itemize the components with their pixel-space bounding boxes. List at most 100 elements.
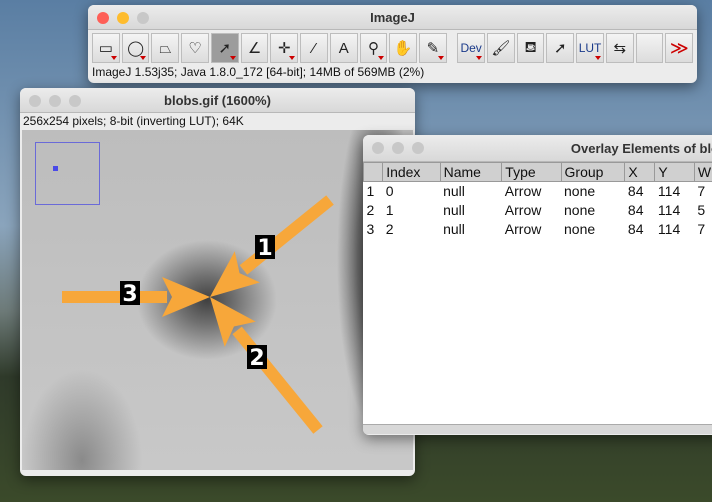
arrow-label: 2 (249, 346, 264, 371)
image-info: 256x254 pixels; 8-bit (inverting LUT); 6… (23, 114, 244, 128)
oval-tool[interactable]: ◯ (121, 33, 150, 63)
arrow-label: 1 (257, 236, 272, 261)
column-header[interactable]: Y (654, 162, 695, 182)
close-button[interactable] (97, 12, 109, 24)
more-tool[interactable]: ≫ (665, 33, 694, 63)
minimize-button[interactable] (392, 142, 404, 154)
table-cell: 7 (694, 219, 712, 239)
table-row[interactable]: 1 0 null Arrow none 84 114 7 (363, 181, 712, 201)
image-window: blobs.gif (1600%) 256x254 pixels; 8-bit … (20, 88, 415, 476)
color-picker-icon: ✎ (426, 40, 440, 57)
overlay-elements-window: Overlay Elements of blo Index Name Type Gro… (363, 135, 712, 435)
freehand-icon: ♡ (188, 40, 202, 57)
minimize-button[interactable] (49, 95, 61, 107)
table-row[interactable]: 2 1 null Arrow none 84 114 5 (363, 200, 712, 220)
sync-tool[interactable]: ⇆ (605, 33, 634, 63)
table-cell: null (440, 200, 502, 220)
table-cell: 84 (624, 181, 655, 201)
close-button[interactable] (372, 142, 384, 154)
table-cell: null (440, 181, 502, 201)
table-cell: 114 (654, 200, 695, 220)
zoom-button[interactable] (412, 142, 424, 154)
overlay-arrows: 1 2 3 (62, 195, 334, 434)
column-header[interactable] (363, 162, 384, 182)
magnifier-icon: ⚲ (367, 40, 379, 57)
table-cell: none (561, 219, 625, 239)
dev-icon: Dev (460, 41, 482, 55)
wand-tool[interactable]: ⁄ (300, 33, 328, 63)
title-bar: Overlay Elements of blo (363, 135, 712, 162)
more-icon: ≫ (669, 37, 689, 58)
table-cell: 1 (382, 200, 441, 220)
point-tool[interactable]: ✛ (270, 33, 299, 63)
column-header[interactable]: Type (501, 162, 562, 182)
column-header[interactable]: Group (560, 162, 626, 182)
empty-tool[interactable] (635, 33, 664, 63)
arrow-tool-tool[interactable]: ➚ (546, 33, 575, 63)
window-title: Overlay Elements of blo (570, 141, 712, 156)
table-cell: null (440, 219, 502, 239)
column-header[interactable]: Name (439, 162, 503, 182)
title-bar: ImageJ (88, 5, 697, 30)
window-title: blobs.gif (1600%) (164, 93, 271, 108)
lut-icon: LUT (578, 41, 602, 55)
horizontal-scrollbar[interactable] (363, 424, 712, 434)
table-cell: 114 (654, 181, 695, 201)
rectangle-tool[interactable]: ▭ (92, 33, 120, 63)
close-button[interactable] (29, 95, 41, 107)
sync-icon: ⇆ (613, 40, 627, 57)
table-cell: 84 (624, 219, 655, 239)
dev-tool[interactable]: Dev (457, 33, 485, 63)
table-cell: Arrow (501, 181, 562, 201)
table-cell: Arrow (501, 200, 562, 220)
column-header[interactable]: W (693, 162, 712, 182)
freehand-tool[interactable]: ♡ (181, 33, 209, 63)
wand-icon: ⁄ (312, 39, 316, 57)
table-cell: Arrow (501, 219, 562, 239)
table-cell: none (561, 181, 625, 201)
window-title: ImageJ (370, 10, 415, 25)
column-header[interactable]: X (624, 162, 656, 182)
polygon-tool[interactable]: ⏢ (151, 33, 180, 63)
table-cell: none (561, 200, 625, 220)
table-cell: 5 (694, 200, 712, 220)
oval-icon: ◯ (127, 40, 144, 57)
table-cell: 0 (382, 181, 441, 201)
rectangle-icon: ▭ (98, 40, 113, 57)
arrow-head (162, 277, 210, 317)
imagej-main-window: ImageJ ▭ ◯ ⏢ ♡ ➚ ∠ ✛ ⁄ A ⚲ ✋ ✎ Dev 🖌 ⛾ ➚ LUT ⇆ ≫ ImageJ 1.… (88, 5, 697, 83)
color-picker-tool[interactable]: ✎ (419, 33, 447, 63)
table-row[interactable]: 3 2 null Arrow none 84 114 7 (363, 219, 712, 239)
column-header[interactable]: Index (382, 162, 441, 182)
table-cell: 1 (363, 181, 383, 201)
angle-icon: ∠ (247, 40, 262, 57)
brush-tool[interactable]: 🖌 (486, 33, 515, 63)
angle-tool[interactable]: ∠ (240, 33, 269, 63)
flood-fill-icon: ⛾ (524, 38, 537, 56)
table-cell: 114 (654, 219, 695, 239)
image-canvas[interactable]: 123 (22, 130, 413, 470)
brush-icon: 🖌 (491, 40, 511, 57)
magnifier-tool[interactable]: ⚲ (359, 33, 388, 63)
point-icon: ✛ (277, 40, 291, 57)
zoom-button[interactable] (137, 12, 149, 24)
table-cell: 2 (382, 219, 441, 239)
arrow-label: 3 (122, 282, 137, 307)
text-tool[interactable]: A (329, 33, 358, 63)
lut-tool[interactable]: LUT (576, 33, 604, 63)
text-icon: A (338, 39, 349, 57)
table-cell: 7 (694, 181, 712, 201)
hand-icon: ✋ (393, 40, 413, 57)
arrow-line-tool[interactable]: ➚ (210, 33, 239, 63)
arrow-line-icon: ➚ (218, 40, 232, 57)
status-bar: ImageJ 1.53j35; Java 1.8.0_172 [64-bit];… (92, 65, 425, 79)
hand-tool[interactable]: ✋ (389, 33, 418, 63)
table-cell: 2 (363, 200, 383, 220)
polygon-icon: ⏢ (159, 39, 172, 57)
title-bar: blobs.gif (1600%) (20, 88, 415, 113)
toolbar: ▭ ◯ ⏢ ♡ ➚ ∠ ✛ ⁄ A ⚲ ✋ ✎ Dev 🖌 ⛾ ➚ LUT ⇆ ≫ (88, 30, 697, 63)
minimize-button[interactable] (117, 12, 129, 24)
flood-fill-tool[interactable]: ⛾ (516, 33, 545, 63)
arrow-tool-icon: ➚ (554, 40, 567, 57)
zoom-button[interactable] (69, 95, 81, 107)
